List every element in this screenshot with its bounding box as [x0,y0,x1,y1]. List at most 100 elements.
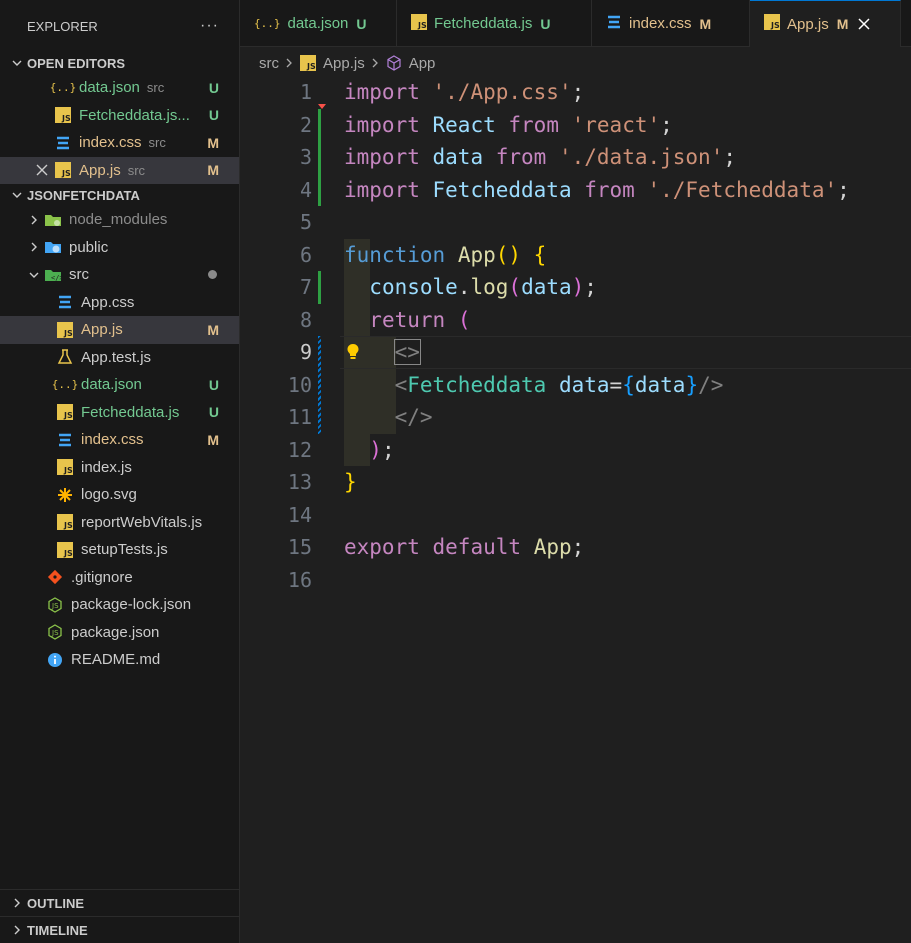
timeline-section[interactable]: TIMELINE [0,916,240,943]
code-line: 2 import React from 'react'; [240,109,911,142]
open-editor-item[interactable]: {..} data.json src U [0,74,239,102]
project-section[interactable]: JSONFETCHDATA [0,184,239,206]
tree-folder-public[interactable]: public [0,234,239,262]
code-token: Fetcheddata [407,372,547,397]
tab-label: App.js [787,15,829,33]
open-editor-item-active[interactable]: JS App.js src M [0,156,239,184]
node-icon: JS [46,623,64,641]
code-token: </> [394,405,433,430]
css-icon [56,431,74,449]
open-editor-name: Fetcheddata.js... [79,106,190,124]
tab-index-css[interactable]: index.css M [592,0,750,47]
timeline-title: TIMELINE [27,922,88,938]
chevron-down-icon [8,189,26,201]
line-number: 6 [299,242,312,267]
line-number: 9 [299,340,312,365]
js-icon: JS [411,13,427,34]
code-line: 8 return ( [240,304,911,337]
tree-item-label: data.json [81,376,142,394]
git-status-badge: M [207,134,219,151]
tree-item-label: logo.svg [81,486,137,504]
breadcrumb-folder[interactable]: src [259,55,279,72]
tree-item-label: .gitignore [71,568,133,586]
svg-text:JS: JS [51,629,59,637]
code-token: import [344,112,420,137]
git-status-badge: U [208,376,219,393]
breadcrumb-file[interactable]: JS App.js [299,54,365,72]
open-editor-item[interactable]: index.css src M [0,129,239,157]
code-token: React [432,112,496,137]
code-token: 'react' [571,112,661,137]
tree-item-label: package-lock.json [71,596,192,614]
code-token: './data.json' [558,145,724,170]
tree-file[interactable]: JS Fetcheddata.js U [0,399,239,427]
line-number: 2 [299,112,312,137]
close-icon[interactable] [856,16,872,32]
git-icon [46,568,64,586]
chevron-right-icon [26,239,42,255]
code-token: export [344,535,420,560]
code-line-active: 9 <> [240,336,911,369]
tree-item-label: src [69,266,89,284]
js-icon: JS [56,458,74,476]
info-icon [46,651,64,669]
close-icon[interactable] [34,162,50,178]
code-token: ; [381,437,395,462]
line-number: 15 [287,535,312,560]
code-token: import [344,177,420,202]
json-icon: {..} [51,378,79,392]
code-token: ; [571,80,585,105]
code-token: App [533,535,572,560]
code-editor[interactable]: 1 import './App.css'; 2 import React fro… [240,76,911,596]
tab-data-json[interactable]: {..} data.json U [240,0,397,47]
git-status-badge: U [208,107,219,124]
code-token: from [584,177,635,202]
chevron-down-icon [8,57,26,69]
outline-title: OUTLINE [27,895,85,911]
code-token: Fetcheddata [432,177,572,202]
more-actions-icon[interactable]: ··· [200,17,219,35]
tab-label: index.css [629,15,692,32]
code-token: ; [660,112,673,137]
open-editor-name: data.json [79,79,140,97]
tree-file[interactable]: App.css [0,289,239,317]
tree-file[interactable]: .gitignore [0,564,239,592]
tree-folder-src[interactable]: </> src [0,261,239,289]
breadcrumb-file-label: App.js [323,54,365,72]
js-icon: JS [56,321,74,339]
outline-section[interactable]: OUTLINE [0,889,240,916]
code-token: from [495,145,547,170]
code-token: ; [584,275,597,300]
tree-file[interactable]: JS setupTests.js [0,536,239,564]
tree-file[interactable]: JS package.json [0,619,239,647]
tree-item-label: Fetcheddata.js [81,403,180,421]
svg-text:JS: JS [770,21,780,30]
tab-app-js[interactable]: JS App.js M [750,0,901,47]
tree-file[interactable]: {..} data.json U [0,371,239,399]
tree-file[interactable]: JS index.js [0,454,239,482]
tree-file[interactable]: JS package-lock.json [0,591,239,619]
tree-file[interactable]: JS reportWebVitals.js [0,509,239,537]
tree-file[interactable]: logo.svg [0,481,239,509]
tree-file[interactable]: README.md [0,646,239,674]
tree-item-label: App.test.js [81,348,152,366]
chevron-right-icon [8,897,26,909]
tab-fetcheddata[interactable]: JS Fetcheddata.js U [397,0,592,47]
tab-badge: M [836,16,849,32]
code-token: return [369,307,446,332]
js-icon: JS [54,106,72,124]
tree-file[interactable]: index.css M [0,426,239,454]
tab-label: Fetcheddata.js [434,15,533,32]
code-token: log [470,275,509,300]
tree-file[interactable]: App.test.js [0,344,239,372]
tree-file-selected[interactable]: JS App.js M [0,316,239,344]
code-line: 12 ); [240,434,911,467]
tree-folder-node-modules[interactable]: node_modules [0,206,239,234]
open-editor-item[interactable]: JS Fetcheddata.js... U [0,102,239,130]
open-editors-section[interactable]: OPEN EDITORS [0,52,239,74]
code-token: ; [723,145,737,170]
code-line: 11 </> [240,401,911,434]
tab-badge: M [699,15,712,32]
breadcrumb-symbol[interactable]: App [385,54,435,72]
code-token: data [634,372,686,397]
